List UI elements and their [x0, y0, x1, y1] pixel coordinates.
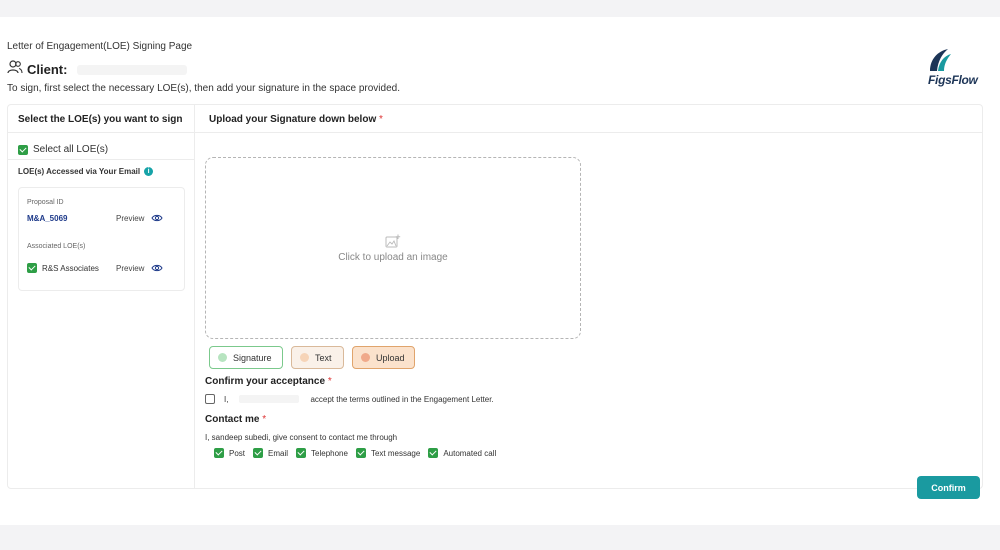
contact-option-email[interactable]: Email	[253, 448, 288, 458]
contact-text-message-label: Text message	[370, 448, 421, 458]
proposal-preview-button[interactable]: Preview	[112, 210, 178, 226]
signer-name-redacted	[239, 395, 300, 403]
users-icon	[7, 60, 23, 79]
contact-option-text-message[interactable]: Text message	[355, 448, 421, 458]
associated-loe-label: Associated LOE(s)	[27, 243, 86, 250]
required-mark: *	[262, 414, 267, 425]
associated-loe-name: R&S Associates	[42, 263, 99, 273]
preview-label: Preview	[116, 213, 145, 223]
contact-option-post[interactable]: Post	[214, 448, 245, 458]
signature-upload-area[interactable]: Click to upload an image	[205, 157, 581, 339]
select-all-label: Select all LOE(s)	[33, 144, 109, 155]
contact-email-checkbox[interactable]	[253, 448, 264, 458]
required-mark: *	[379, 114, 383, 125]
loe-accessed-label: LOE(s) Accessed via Your Email i	[8, 160, 194, 176]
contact-text-message-checkbox[interactable]	[355, 448, 366, 458]
accept-suffix: accept the terms outlined in the Engagem…	[310, 394, 494, 404]
upload-placeholder: Click to upload an image	[338, 251, 448, 263]
image-upload-icon	[385, 234, 401, 247]
client-label: Client:	[27, 62, 68, 77]
required-mark: *	[327, 376, 332, 387]
preview-label: Preview	[116, 263, 145, 273]
proposal-id-label: Proposal ID	[27, 199, 64, 206]
logo-text: FigsFlow	[928, 73, 978, 87]
contact-telephone-checkbox[interactable]	[296, 448, 307, 458]
contact-automated-call-checkbox[interactable]	[428, 448, 439, 458]
associated-loe-checkbox[interactable]	[27, 263, 37, 273]
contact-post-label: Post	[229, 448, 246, 458]
contact-option-telephone[interactable]: Telephone	[296, 448, 348, 458]
confirm-acceptance-text: Confirm your acceptance	[205, 376, 326, 387]
contact-automated-call-label: Automated call	[443, 448, 497, 458]
upload-tab-label: Upload	[376, 352, 405, 363]
logo-mark-icon	[930, 49, 951, 71]
signature-tab[interactable]: Signature	[209, 346, 283, 369]
upload-tab-icon	[361, 353, 370, 362]
signature-tab-label: Signature	[233, 352, 272, 363]
accept-terms-checkbox[interactable]	[205, 394, 215, 404]
figsflow-logo: FigsFlow	[924, 47, 986, 89]
info-icon[interactable]: i	[144, 167, 154, 176]
signature-pane: Upload your Signature down below * Click…	[195, 105, 983, 499]
contact-me-title: Contact me *	[205, 414, 266, 425]
client-row: Client:	[7, 60, 188, 79]
client-name-redacted	[77, 64, 188, 75]
contact-email-label: Email	[268, 448, 289, 458]
accept-prefix: I,	[224, 394, 229, 404]
loe-accessed-text: LOE(s) Accessed via Your Email	[18, 167, 141, 176]
confirm-acceptance-title: Confirm your acceptance *	[205, 376, 332, 387]
select-all-checkbox[interactable]	[18, 144, 28, 155]
contact-post-checkbox[interactable]	[214, 448, 224, 458]
upload-tab[interactable]: Upload	[352, 346, 415, 369]
select-all-loe[interactable]: Select all LOE(s)	[8, 133, 194, 160]
loe-selection-heading: Select the LOE(s) you want to sign	[8, 105, 194, 133]
loe-selection-pane: Select the LOE(s) you want to sign Selec…	[8, 105, 195, 488]
eye-icon	[151, 264, 164, 272]
page: Letter of Engagement(LOE) Signing Page C…	[0, 17, 1000, 525]
signature-heading-text: Upload your Signature down below	[209, 114, 377, 125]
confirm-button[interactable]: Confirm	[917, 476, 980, 499]
consent-text: I, sandeep subedi, give consent to conta…	[205, 433, 398, 442]
signature-heading: Upload your Signature down below *	[195, 105, 983, 133]
text-tab-label: Text	[315, 352, 332, 363]
text-tab[interactable]: Text	[291, 346, 344, 369]
eye-icon	[151, 214, 164, 222]
instructions: To sign, first select the necessary LOE(…	[7, 83, 400, 94]
contact-options: Post Email Telephone Text message Automa…	[214, 448, 496, 458]
proposal-id-value: M&A_5069	[27, 214, 68, 223]
associated-loe-item[interactable]: R&S Associates	[27, 263, 99, 273]
loe-card: Proposal ID M&A_5069 Preview Associated …	[18, 187, 185, 291]
associated-preview-button[interactable]: Preview	[112, 260, 178, 276]
text-tab-icon	[300, 353, 309, 362]
contact-option-automated-call[interactable]: Automated call	[428, 448, 496, 458]
signing-panel: Select the LOE(s) you want to sign Selec…	[7, 104, 983, 499]
page-title: Letter of Engagement(LOE) Signing Page	[7, 41, 193, 52]
contact-telephone-label: Telephone	[311, 448, 348, 458]
accept-terms-row[interactable]: I, accept the terms outlined in the Enga…	[205, 394, 494, 404]
signature-tab-icon	[218, 353, 227, 362]
contact-me-text: Contact me	[205, 414, 260, 425]
